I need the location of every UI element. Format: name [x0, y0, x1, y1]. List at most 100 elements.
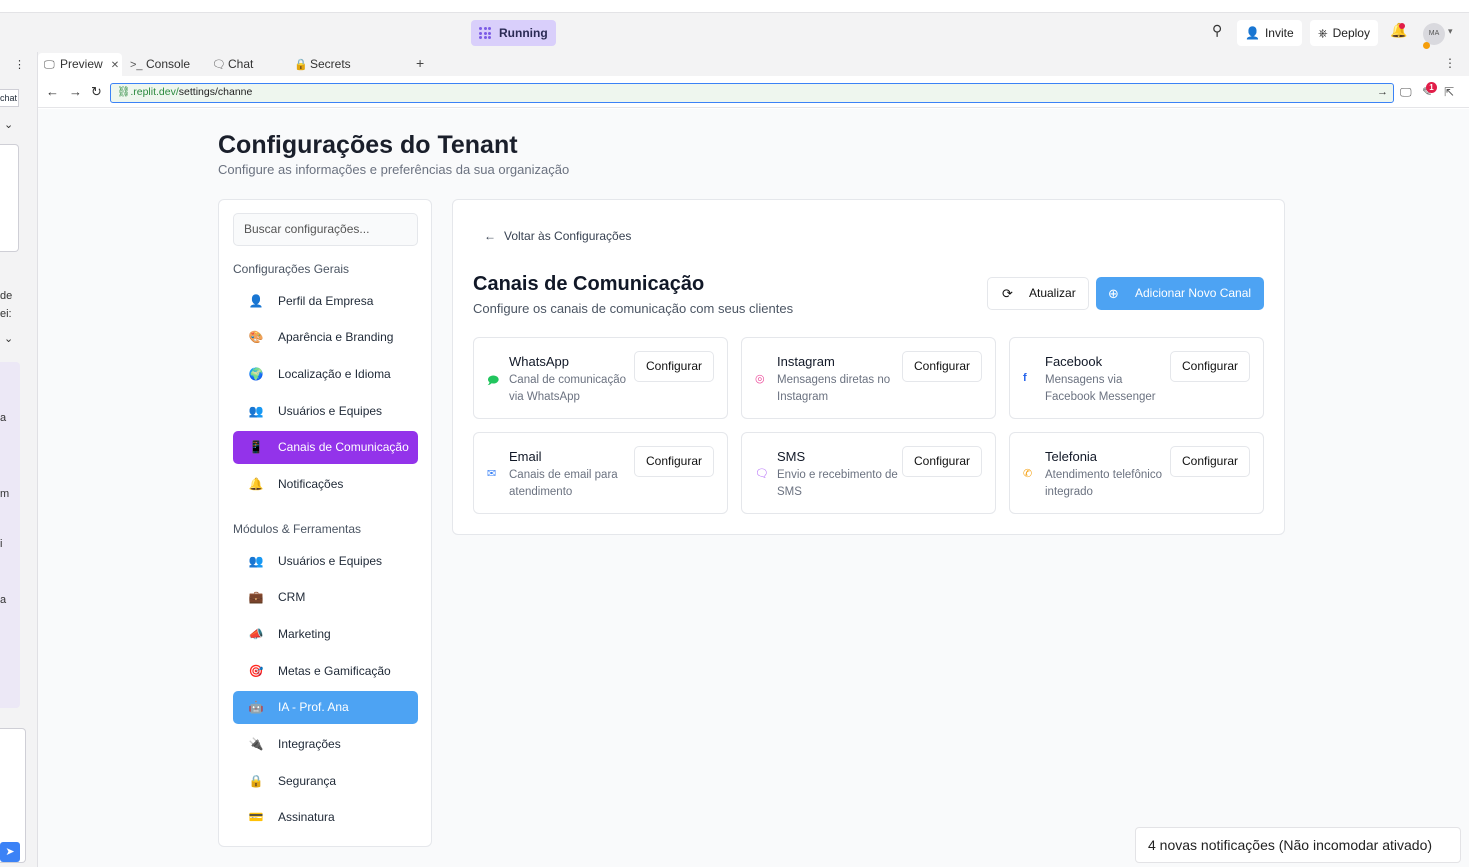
configure-button[interactable]: Configurar	[902, 446, 982, 477]
channel-name: Facebook	[1045, 354, 1103, 369]
sidebar-item-label: Canais de Comunicação	[278, 440, 409, 454]
devices-icon[interactable]: 🖵	[1400, 85, 1412, 100]
add-tab-icon[interactable]: +	[416, 55, 424, 71]
configure-button[interactable]: Configurar	[1170, 351, 1250, 382]
chat-icon: 🗨	[212, 59, 226, 71]
external-link-icon[interactable]: ⇱	[1444, 85, 1454, 99]
channel-card-sms: 🗨 SMS Envio e recebimento de SMS Configu…	[741, 432, 996, 514]
tab-preview[interactable]: 🖵 Preview ✕	[38, 53, 122, 76]
sidebar-item-ia[interactable]: 🤖 IA - Prof. Ana	[233, 691, 418, 724]
running-button[interactable]: Running	[471, 20, 556, 46]
input-panel[interactable]	[0, 144, 19, 252]
refresh-icon: ⟳	[1002, 286, 1013, 301]
back-link[interactable]: ← Voltar às Configurações	[484, 229, 631, 243]
configure-button[interactable]: Configurar	[1170, 446, 1250, 477]
chat-button[interactable]: chat	[0, 89, 19, 107]
monitor-icon: 🖵	[44, 59, 55, 71]
configure-button[interactable]: Configurar	[634, 351, 714, 382]
palette-icon: 🎨	[248, 330, 264, 344]
channel-description: Mensagens diretas no Instagram	[777, 374, 891, 403]
mail-icon: ✉	[487, 468, 497, 480]
sidebar-item-label: Notificações	[278, 477, 344, 491]
send-icon[interactable]: ➤	[0, 842, 20, 862]
sidebar-item-label: Perfil da Empresa	[278, 294, 374, 308]
instagram-icon: ◎	[755, 373, 765, 385]
facebook-icon: f	[1023, 372, 1027, 384]
add-channel-button[interactable]: ⊕ Adicionar Novo Canal	[1096, 277, 1264, 310]
sidebar-item-label: Segurança	[278, 774, 337, 788]
chevron-down-icon[interactable]: ⌄	[4, 118, 13, 131]
sidebar-item-label: Localização e Idioma	[278, 367, 391, 381]
window-top-strip	[0, 0, 1469, 12]
channel-card-email: ✉ Email Canais de email para atendimento…	[473, 432, 728, 514]
reload-icon[interactable]: ↻	[91, 84, 102, 100]
person-icon: 👤	[248, 294, 264, 308]
url-input[interactable]: ⛓.replit.dev/settings/channe →	[110, 83, 1394, 103]
channel-name: Instagram	[777, 354, 835, 369]
lock-icon: 🔒	[294, 59, 308, 71]
globe-icon: 🌍	[248, 367, 264, 381]
notification-toast[interactable]: 4 novas notificações (Não incomodar ativ…	[1135, 827, 1461, 863]
chevron-down-icon[interactable]: ▾	[1448, 26, 1453, 37]
plug-icon: 🔌	[248, 737, 264, 751]
chevron-down-icon[interactable]: ⌄	[4, 332, 13, 345]
deploy-button[interactable]: ⎈ Deploy	[1310, 20, 1378, 46]
tab-secrets[interactable]: 🔒 Secrets	[288, 53, 368, 76]
bell-icon: 🔔	[248, 477, 264, 491]
more-icon[interactable]: ⋮	[1444, 56, 1456, 70]
robot-icon: 🤖	[248, 700, 264, 714]
channel-name: Telefonia	[1045, 449, 1098, 464]
more-icon[interactable]: ⋮	[14, 58, 25, 71]
terminal-icon: >_	[130, 59, 143, 71]
section-subtitle: Configure os canais de comunicação com s…	[473, 301, 794, 316]
sidebar-item-seguranca[interactable]: 🔒 Segurança	[233, 765, 418, 798]
add-channel-label: Adicionar Novo Canal	[1135, 286, 1252, 300]
sidebar-item-integracoes[interactable]: 🔌 Integrações	[233, 728, 418, 761]
settings-sidebar: Buscar configurações... Configurações Ge…	[218, 199, 432, 847]
invite-label: Invite	[1264, 26, 1294, 40]
configure-button[interactable]: Configurar	[634, 446, 714, 477]
sidebar-item-perfil[interactable]: 👤 Perfil da Empresa	[233, 285, 418, 318]
sidebar-item-label: Integrações	[278, 737, 341, 751]
sidebar-item-aparencia[interactable]: 🎨 Aparência e Branding	[233, 321, 418, 354]
sidebar-item-assinatura[interactable]: 💳 Assinatura	[233, 801, 418, 834]
go-arrow-icon[interactable]: →	[1377, 84, 1388, 101]
general-section-heading: Configurações Gerais	[233, 262, 350, 276]
forward-arrow-icon[interactable]: →	[69, 84, 82, 99]
sidebar-item-marketing[interactable]: 📣 Marketing	[233, 618, 418, 651]
lock-icon: 🔒	[248, 774, 264, 788]
running-icon	[479, 27, 491, 39]
refresh-button[interactable]: ⟳ Atualizar	[987, 277, 1089, 310]
sidebar-item-usuarios[interactable]: 👥 Usuários e Equipes	[233, 395, 418, 428]
tab-bar: 🖵 Preview ✕ >_ Console 🗨 Chat 🔒 Secrets + ⋮	[38, 52, 1469, 76]
sidebar-item-notificacoes[interactable]: 🔔 Notificações	[233, 468, 418, 501]
search-icon[interactable]: ⚲	[1212, 22, 1222, 39]
briefcase-icon: 💼	[248, 590, 264, 604]
text-fragment: a	[0, 594, 7, 606]
sidebar-item-crm[interactable]: 💼 CRM	[233, 581, 418, 614]
sidebar-item-label: IA - Prof. Ana	[278, 700, 349, 714]
sidebar-item-canais[interactable]: 📱 Canais de Comunicação	[233, 431, 418, 464]
back-label: Voltar às Configurações	[504, 229, 632, 243]
sidebar-item-label: Marketing	[278, 627, 331, 641]
sidebar-item-metas[interactable]: 🎯 Metas e Gamificação	[233, 655, 418, 688]
back-arrow-icon[interactable]: ←	[46, 84, 59, 99]
page-title: Configurações do Tenant	[218, 131, 518, 159]
channel-card-instagram: ◎ Instagram Mensagens diretas no Instagr…	[741, 337, 996, 419]
sidebar-item-localizacao[interactable]: 🌍 Localização e Idioma	[233, 358, 418, 391]
replit-top-bar: Running ⚲ 👤 Invite ⎈ Deploy 🔔 MA ▾	[0, 12, 1469, 52]
channel-name: SMS	[777, 449, 806, 464]
channel-card-facebook: f Facebook Mensagens via Facebook Messen…	[1009, 337, 1264, 419]
channel-description: Envio e recebimento de SMS	[777, 469, 898, 498]
settings-search-input[interactable]: Buscar configurações...	[233, 213, 418, 246]
sidebar-item-usuarios-modulo[interactable]: 👥 Usuários e Equipes	[233, 545, 418, 578]
card-icon: 💳	[248, 810, 264, 824]
close-icon[interactable]: ✕	[111, 60, 119, 71]
url-host: .replit.dev/	[130, 86, 179, 98]
tab-console[interactable]: >_ Console	[124, 53, 204, 76]
configure-button[interactable]: Configurar	[902, 351, 982, 382]
invite-button[interactable]: 👤 Invite	[1237, 20, 1302, 46]
deploy-label: Deploy	[1332, 26, 1370, 40]
text-fragment: de	[0, 290, 13, 302]
tab-chat[interactable]: 🗨 Chat	[206, 53, 286, 76]
